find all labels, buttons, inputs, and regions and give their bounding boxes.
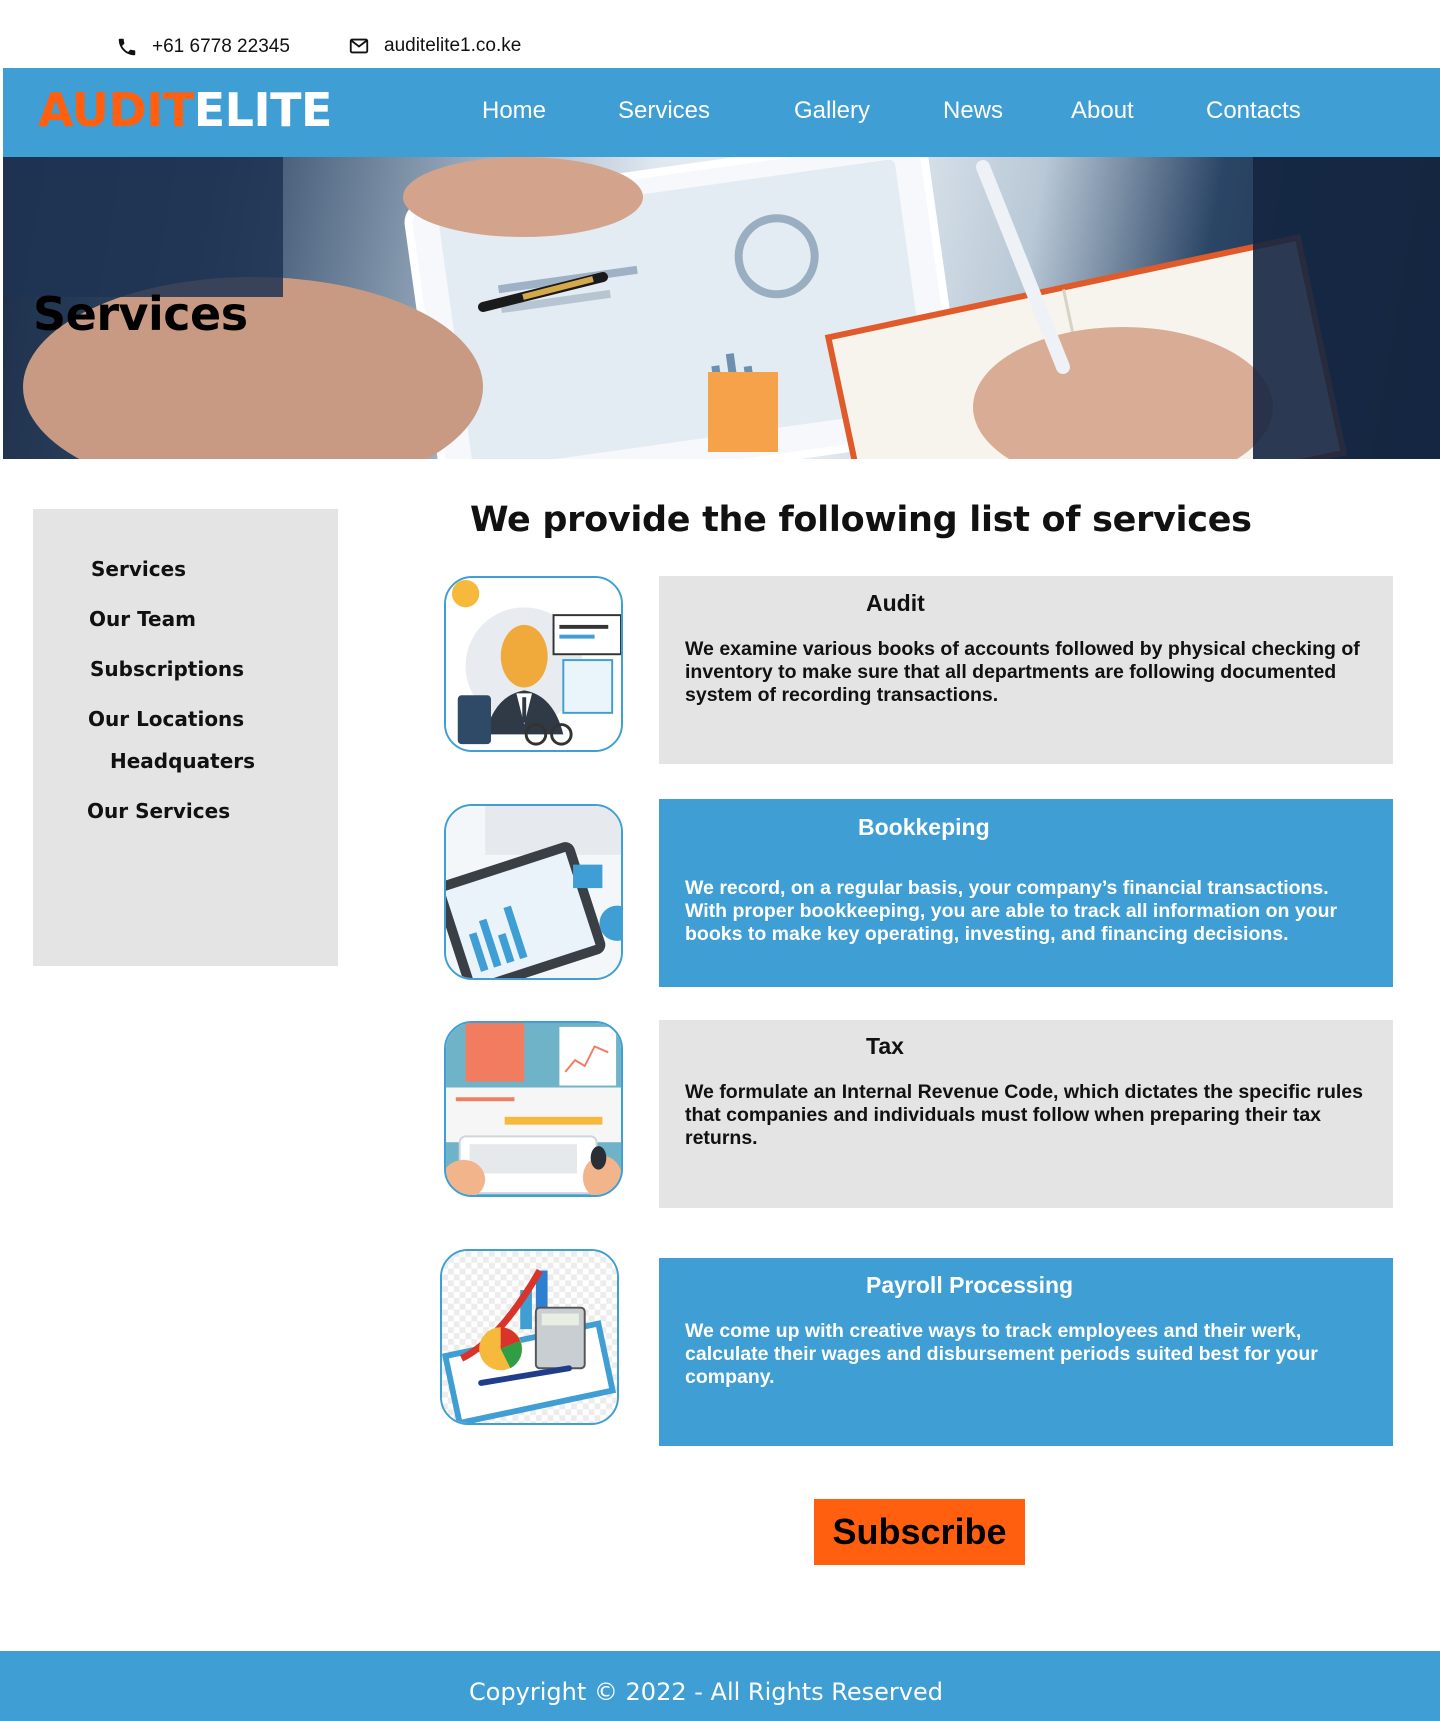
sidebar-item-our-locations[interactable]: Our Locations xyxy=(88,707,244,731)
phone-contact[interactable]: +61 6778 22345 xyxy=(116,36,290,58)
tax-illustration xyxy=(444,1021,623,1197)
logo-part-elite: ELITE xyxy=(193,83,333,137)
service-card-bookkeeping: Bookkeping We record, on a regular basis… xyxy=(659,799,1393,987)
bookkeeping-illustration xyxy=(444,804,623,980)
subscribe-button[interactable]: Subscribe xyxy=(814,1499,1025,1565)
copyright-text: Copyright © 2022 - All Rights Reserved xyxy=(469,1678,943,1706)
services-heading: We provide the following list of service… xyxy=(470,500,1252,540)
phone-number: +61 6778 22345 xyxy=(152,36,290,57)
sidebar-item-our-team[interactable]: Our Team xyxy=(89,607,196,631)
service-text-audit: We examine various books of accounts fol… xyxy=(685,638,1360,706)
page-title: Services xyxy=(33,287,248,341)
nav-home[interactable]: Home xyxy=(482,97,546,124)
footer: Copyright © 2022 - All Rights Reserved xyxy=(0,1651,1440,1721)
service-card-tax: Tax We formulate an Internal Revenue Cod… xyxy=(659,1020,1393,1208)
sidebar: Services Our Team Subscriptions Our Loca… xyxy=(33,509,338,966)
nav-services[interactable]: Services xyxy=(618,97,710,124)
payroll-illustration xyxy=(440,1249,619,1425)
service-title-audit: Audit xyxy=(866,590,925,616)
hero-banner: Services xyxy=(3,157,1440,459)
nav-gallery[interactable]: Gallery xyxy=(794,97,870,124)
service-text-bookkeeping: We record, on a regular basis, your comp… xyxy=(685,877,1338,945)
audit-illustration xyxy=(444,576,623,752)
service-card-audit: Audit We examine various books of accoun… xyxy=(659,576,1393,764)
brand-logo[interactable]: AUDITELITE xyxy=(38,85,332,136)
contact-bar: +61 6778 22345 auditelite1.co.ke xyxy=(0,0,1440,68)
nav-news[interactable]: News xyxy=(943,97,1003,124)
main-navbar: AUDITELITE Home Services Gallery News Ab… xyxy=(3,68,1440,157)
service-title-bookkeeping: Bookkeping xyxy=(858,814,990,840)
nav-contacts[interactable]: Contacts xyxy=(1206,97,1301,124)
sidebar-item-subscriptions[interactable]: Subscriptions xyxy=(90,657,244,681)
service-text-tax: We formulate an Internal Revenue Code, w… xyxy=(685,1081,1363,1149)
email-contact[interactable]: auditelite1.co.ke xyxy=(348,35,521,57)
phone-icon xyxy=(118,38,136,56)
mail-icon xyxy=(349,38,369,54)
sidebar-item-our-services[interactable]: Our Services xyxy=(87,799,230,823)
email-address: auditelite1.co.ke xyxy=(384,35,522,56)
service-text-payroll: We come up with creative ways to track e… xyxy=(685,1320,1318,1388)
sidebar-item-services[interactable]: Services xyxy=(91,557,186,581)
service-title-tax: Tax xyxy=(866,1033,904,1059)
nav-about[interactable]: About xyxy=(1071,97,1134,124)
service-title-payroll: Payroll Processing xyxy=(866,1272,1074,1298)
service-card-payroll: Payroll Processing We come up with creat… xyxy=(659,1258,1393,1446)
sidebar-item-headquaters[interactable]: Headquaters xyxy=(110,749,255,773)
logo-part-audit: AUDIT xyxy=(38,83,194,137)
